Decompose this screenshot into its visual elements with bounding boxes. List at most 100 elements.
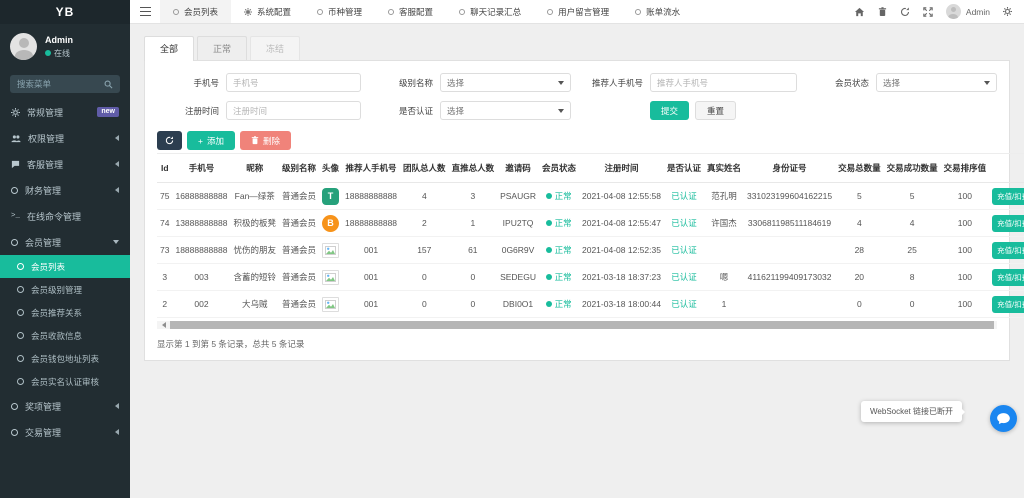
add-button[interactable]: +添加 (187, 131, 235, 150)
hamburger-icon (140, 11, 151, 13)
plus-icon: + (198, 136, 203, 146)
phone-filter-input[interactable] (226, 73, 361, 92)
referrer-filter-label: 推荐人手机号 (581, 77, 643, 89)
table-cell: 100 (941, 291, 990, 318)
status-select[interactable]: 选择 (876, 73, 997, 92)
status-dot-icon (546, 193, 552, 199)
chevron-down-icon (113, 240, 119, 247)
table-cell: 100 (941, 237, 990, 264)
table-cell: 100 (941, 264, 990, 291)
sidebar-item-member-referrals[interactable]: 会员推荐关系 (0, 301, 130, 324)
table-cell: 已认证 (664, 237, 704, 264)
recharge-button[interactable]: 充值/扣费 (992, 242, 1024, 259)
sidebar-search-input[interactable] (17, 79, 104, 89)
search-icon (104, 80, 113, 89)
table-cell: 范孔明 (704, 183, 744, 210)
table-cell: 3 (157, 264, 172, 291)
table-cell: 积极的板凳 (230, 210, 279, 237)
sidebar-item-member-kyc[interactable]: 会员实名认证审核 (0, 370, 130, 393)
topbar-user-menu[interactable]: Admin (946, 4, 990, 19)
sidebar-item-member-list[interactable]: 会员列表 (0, 255, 130, 278)
sidebar-item-support[interactable]: 客服管理 (0, 151, 130, 177)
sidebar-item-trades[interactable]: 交易管理 (0, 419, 130, 445)
sidebar-item-online-command[interactable]: >_ 在线命令管理 (0, 203, 130, 229)
table-cell[interactable]: 充值/扣费钱包地址 (989, 237, 1024, 264)
trash-icon[interactable] (878, 7, 887, 17)
sidebar-search[interactable] (10, 75, 120, 93)
clear-cache-icon[interactable] (900, 7, 910, 17)
table-cell: B (319, 210, 342, 237)
sidebar-item-member-levels[interactable]: 会员级别管理 (0, 278, 130, 301)
table-cell[interactable]: 充值/扣费钱包地址 (989, 264, 1024, 291)
table-cell: 正常 (539, 291, 579, 318)
refresh-button[interactable] (157, 131, 182, 150)
table-cell: 25 (884, 237, 941, 264)
referrer-filter-input[interactable] (650, 73, 797, 92)
sidebar-item-rewards[interactable]: 奖项管理 (0, 393, 130, 419)
column-header: 身份证号 (744, 154, 835, 183)
table-cell: 18888888888 (342, 183, 400, 210)
chevron-left-icon (112, 429, 119, 435)
sidebar-item-general[interactable]: 常规管理 new (0, 99, 130, 125)
tab-system-config[interactable]: 系统配置 (231, 0, 304, 23)
table-cell: T (319, 183, 342, 210)
tab-normal[interactable]: 正常 (197, 36, 247, 61)
column-header: 真实姓名 (704, 154, 744, 183)
horizontal-scrollbar[interactable] (157, 321, 997, 329)
circle-icon (17, 332, 24, 339)
recharge-button[interactable]: 充值/扣费 (992, 269, 1024, 286)
chat-fab-button[interactable] (990, 405, 1017, 432)
terminal-icon: >_ (11, 212, 20, 220)
recharge-button[interactable]: 充值/扣费 (992, 296, 1024, 313)
circle-icon (17, 309, 24, 316)
table-cell: 73 (157, 237, 172, 264)
table-cell: 001 (342, 237, 400, 264)
table-cell: 2 (400, 210, 449, 237)
regtime-filter-input[interactable] (226, 101, 361, 120)
table-cell: 4 (884, 210, 941, 237)
status-badge: 正常 (555, 272, 572, 282)
settings-gear-icon[interactable] (1003, 7, 1012, 16)
column-header: 昵称 (230, 154, 279, 183)
tether-avatar-icon: T (322, 188, 339, 205)
tab-user-messages[interactable]: 用户留言管理 (534, 0, 622, 23)
circle-icon (17, 378, 24, 385)
table-toolbar: +添加 删除 (157, 131, 997, 150)
table-cell: 0 (449, 264, 498, 291)
fullscreen-icon[interactable] (923, 7, 933, 17)
tab-all[interactable]: 全部 (144, 36, 194, 61)
regtime-filter-label: 注册时间 (157, 105, 219, 117)
table-cell: 已认证 (664, 210, 704, 237)
tab-frozen[interactable]: 冻结 (250, 36, 300, 61)
table-cell (744, 237, 835, 264)
delete-button[interactable]: 删除 (240, 131, 291, 150)
tab-member-list[interactable]: 会员列表 (160, 0, 231, 23)
column-header: 交易排序值 (941, 154, 990, 183)
tab-billing-flow[interactable]: 账单流水 (622, 0, 693, 23)
recharge-button[interactable]: 充值/扣费 (992, 188, 1024, 205)
sidebar-item-permissions[interactable]: 权限管理 (0, 125, 130, 151)
scrollbar-thumb[interactable] (170, 321, 994, 329)
table-cell: PSAUGR (497, 183, 539, 210)
home-icon[interactable] (854, 7, 865, 17)
verified-select[interactable]: 选择 (440, 101, 571, 120)
tab-support-config[interactable]: 客服配置 (375, 0, 446, 23)
tab-coin-management[interactable]: 币种管理 (304, 0, 375, 23)
submit-button[interactable]: 提交 (650, 101, 689, 120)
sidebar-item-member-payment-info[interactable]: 会员收款信息 (0, 324, 130, 347)
tab-chat-logs[interactable]: 聊天记录汇总 (446, 0, 534, 23)
table-cell[interactable]: 充值/扣费钱包地址 (989, 210, 1024, 237)
recharge-button[interactable]: 充值/扣费 (992, 215, 1024, 232)
reset-button[interactable]: 重置 (695, 101, 736, 120)
sidebar-toggle-button[interactable] (130, 0, 160, 23)
table-cell[interactable]: 充值/扣费钱包地址 (989, 291, 1024, 318)
circle-icon (173, 9, 179, 15)
sidebar-item-members[interactable]: 会员管理 (0, 229, 130, 255)
sidebar-item-member-wallets[interactable]: 会员钱包地址列表 (0, 347, 130, 370)
level-select[interactable]: 选择 (440, 73, 571, 92)
table-cell: 正常 (539, 183, 579, 210)
table-cell[interactable]: 充值/扣费钱包地址 (989, 183, 1024, 210)
table-cell: 20 (835, 264, 884, 291)
sidebar-item-finance[interactable]: 财务管理 (0, 177, 130, 203)
scroll-left-arrow-icon[interactable] (159, 322, 166, 328)
